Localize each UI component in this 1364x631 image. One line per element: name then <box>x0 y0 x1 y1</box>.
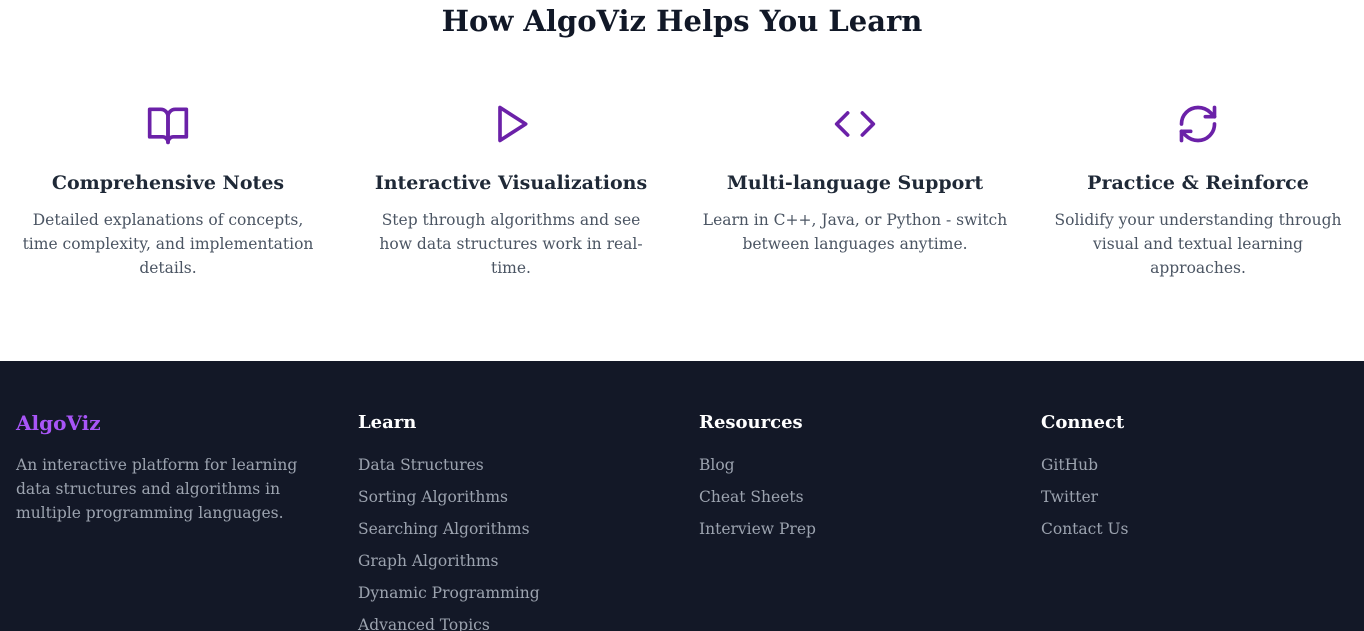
feature-description: Step through algorithms and see how data… <box>379 211 643 277</box>
footer-column-learn: Learn Data Structures Sorting Algorithms… <box>358 411 678 631</box>
refresh-icon <box>1176 102 1220 146</box>
feature-description: Solidify your understanding through visu… <box>1054 211 1342 277</box>
play-icon <box>489 102 533 146</box>
footer-links-connect: GitHub Twitter Contact Us <box>1041 453 1361 541</box>
footer-heading-connect: Connect <box>1041 412 1125 433</box>
footer-column-resources: Resources Blog Cheat Sheets Interview Pr… <box>699 411 1019 549</box>
feature-card-languages: Multi-language Support Learn in C++, Jav… <box>685 102 1025 256</box>
footer-link-blog[interactable]: Blog <box>699 453 1019 477</box>
feature-card-visualizations: Interactive Visualizations Step through … <box>341 102 681 280</box>
feature-title: Interactive Visualizations <box>374 172 648 194</box>
feature-title: Practice & Reinforce <box>1087 172 1309 194</box>
footer-column-connect: Connect GitHub Twitter Contact Us <box>1041 411 1361 549</box>
feature-title: Multi-language Support <box>726 172 984 194</box>
feature-description: Detailed explanations of concepts, time … <box>22 211 314 277</box>
footer-heading-learn: Learn <box>358 412 417 433</box>
site-footer: AlgoViz An interactive platform for lear… <box>0 361 1364 631</box>
features-heading: How AlgoViz Helps You Learn <box>441 4 923 38</box>
feature-card-notes: Comprehensive Notes Detailed explanation… <box>0 102 338 280</box>
code-icon <box>833 102 877 146</box>
footer-link-github[interactable]: GitHub <box>1041 453 1361 477</box>
footer-link-sorting-algorithms[interactable]: Sorting Algorithms <box>358 485 678 509</box>
footer-brand-description: An interactive platform for learning dat… <box>16 456 298 522</box>
footer-link-interview-prep[interactable]: Interview Prep <box>699 517 1019 541</box>
footer-link-graph-algorithms[interactable]: Graph Algorithms <box>358 549 678 573</box>
feature-card-practice: Practice & Reinforce Solidify your under… <box>1028 102 1364 280</box>
footer-links-resources: Blog Cheat Sheets Interview Prep <box>699 453 1019 541</box>
footer-link-data-structures[interactable]: Data Structures <box>358 453 678 477</box>
footer-link-twitter[interactable]: Twitter <box>1041 485 1361 509</box>
footer-brand-column: AlgoViz An interactive platform for lear… <box>16 411 336 525</box>
feature-title: Comprehensive Notes <box>51 172 285 194</box>
footer-link-dynamic-programming[interactable]: Dynamic Programming <box>358 581 678 605</box>
footer-heading-resources: Resources <box>699 412 803 433</box>
footer-links-learn: Data Structures Sorting Algorithms Searc… <box>358 453 678 631</box>
book-open-icon <box>146 102 190 146</box>
footer-brand-logo[interactable]: AlgoViz <box>16 411 336 435</box>
features-section: How AlgoViz Helps You Learn Comprehensiv… <box>0 0 1364 361</box>
feature-description: Learn in C++, Java, or Python - switch b… <box>702 211 1008 253</box>
footer-link-contact-us[interactable]: Contact Us <box>1041 517 1361 541</box>
footer-link-cheat-sheets[interactable]: Cheat Sheets <box>699 485 1019 509</box>
footer-link-advanced-topics[interactable]: Advanced Topics <box>358 613 678 631</box>
footer-link-searching-algorithms[interactable]: Searching Algorithms <box>358 517 678 541</box>
